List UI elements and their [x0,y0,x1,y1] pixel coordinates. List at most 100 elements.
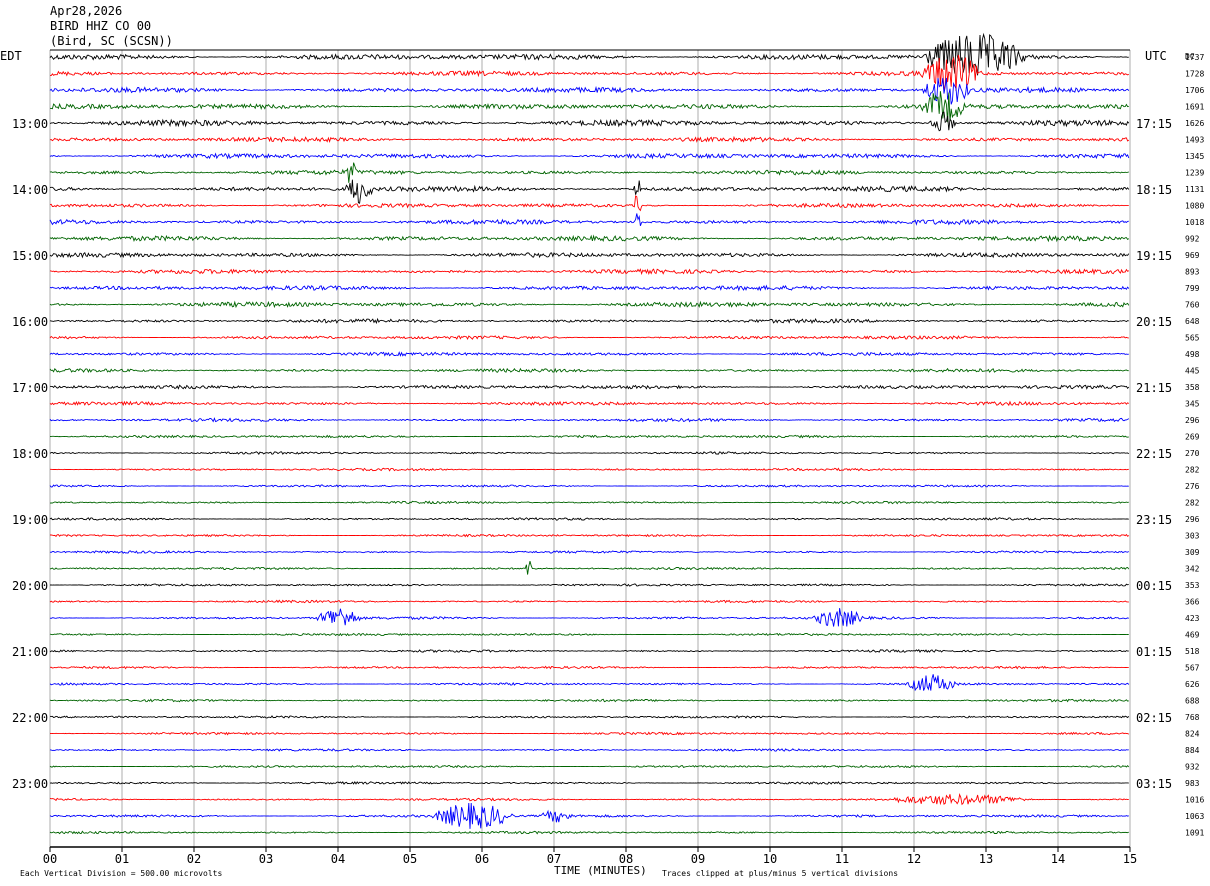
x-tick-label: 11 [835,852,849,866]
dc-offset-label: 565 [1185,334,1200,343]
right-hour-label: 01:15 [1136,645,1172,659]
dc-offset-label: 469 [1185,631,1200,640]
dc-offset-label: 799 [1185,284,1200,293]
right-axis-label: UTC [1145,49,1167,63]
trace-line [49,195,1129,212]
x-tick-label: 06 [475,852,489,866]
dc-offset-label: 567 [1185,664,1200,673]
dc-offset-label: 270 [1185,449,1200,458]
dc-offset-label: 688 [1185,697,1200,706]
dc-offset-label: 1691 [1185,103,1204,112]
trace-line [49,674,1130,692]
dc-offset-label: 1080 [1185,202,1204,211]
traces [49,32,1130,835]
dc-offset-label: 1016 [1185,796,1204,805]
dc-offset-label: 423 [1185,614,1200,623]
trace-line [50,533,1130,538]
trace-line [49,715,1130,719]
dc-offset-label: 296 [1185,515,1200,524]
trace-line [49,632,1129,637]
dc-offset-label: 353 [1185,581,1200,590]
right-hour-label: 02:15 [1136,711,1172,725]
x-tick-label: 12 [907,852,921,866]
trace-line [49,830,1130,835]
plot-grid [49,49,1131,852]
x-tick-label: 14 [1051,852,1065,866]
dc-offset-label: 1706 [1185,86,1204,95]
footer-vertical-division: Each Vertical Division = 500.00 microvol… [20,869,222,878]
trace-line [49,91,1129,123]
dc-offset-label: 1345 [1185,152,1204,161]
right-hour-label: 03:15 [1136,777,1172,791]
trace-line [49,451,1130,456]
dc-offset-label: 269 [1185,433,1200,442]
trace-line [49,698,1129,703]
trace-line [49,400,1130,407]
dc-offset-label: 282 [1185,466,1200,475]
trace-line [49,560,1130,575]
seismogram-plot: EDT UTC DC TIME (MINUTES) Each Vertical … [0,32,1204,878]
trace-line [49,517,1129,521]
dc-offset-label: 276 [1185,482,1200,491]
right-hour-label: 17:15 [1136,117,1172,131]
trace-line [49,284,1130,292]
x-tick-label: 08 [619,852,633,866]
dc-offset-label: 282 [1185,499,1200,508]
trace-line [49,179,1130,204]
trace-line [50,583,1129,587]
dc-offset-label: 1626 [1185,119,1204,128]
trace-line [49,268,1130,276]
dc-offset-label: 296 [1185,416,1200,425]
trace-line [49,781,1129,785]
trace-line [49,300,1130,309]
trace-line [49,550,1130,554]
dc-offset-label: 1493 [1185,136,1204,145]
trace-line [49,608,1129,627]
dc-offset-label: 768 [1185,713,1200,722]
trace-line [49,484,1129,488]
dc-offset-label: 932 [1185,763,1200,772]
trace-line [49,649,1129,654]
trace-line [49,351,1129,357]
x-tick-label: 01 [115,852,129,866]
x-tick-label: 07 [547,852,561,866]
left-hour-label: 21:00 [12,645,48,659]
left-hour-label: 14:00 [12,183,48,197]
dc-offset-label: 445 [1185,367,1200,376]
dc-offset-label: 1737 [1185,53,1204,62]
dc-offset-label: 1239 [1185,169,1204,178]
right-hour-label: 19:15 [1136,249,1172,263]
dc-offset-label: 366 [1185,598,1200,607]
trace-line [49,234,1130,243]
dc-offset-label: 1728 [1185,70,1204,79]
x-tick-label: 00 [43,852,57,866]
dc-offset-label: 626 [1185,680,1200,689]
left-hour-label: 17:00 [12,381,48,395]
trace-line [49,764,1130,769]
dc-offset-label: 1131 [1185,185,1204,194]
dc-offset-label: 1091 [1185,829,1204,838]
trace-line [49,162,1129,183]
x-tick-label: 15 [1123,852,1137,866]
dc-offset-label: 498 [1185,350,1200,359]
left-axis-label: EDT [0,49,22,63]
left-hour-label: 19:00 [12,513,48,527]
dc-offset-label: 983 [1185,779,1200,788]
left-hour-label: 20:00 [12,579,48,593]
trace-line [49,384,1130,390]
dc-offset-label: 893 [1185,268,1200,277]
trace-line [49,335,1129,341]
x-tick-label: 04 [331,852,345,866]
trace-line [49,251,1130,259]
left-hour-label: 16:00 [12,315,48,329]
dc-offset-label: 1063 [1185,812,1204,821]
trace-line [49,32,1129,76]
trace-line [49,434,1129,439]
dc-offset-label: 345 [1185,400,1200,409]
dc-offset-label: 648 [1185,317,1200,326]
right-hour-label: 00:15 [1136,579,1172,593]
trace-line [49,317,1129,325]
right-hour-label: 21:15 [1136,381,1172,395]
trace-line [49,793,1129,806]
right-hour-label: 22:15 [1136,447,1172,461]
